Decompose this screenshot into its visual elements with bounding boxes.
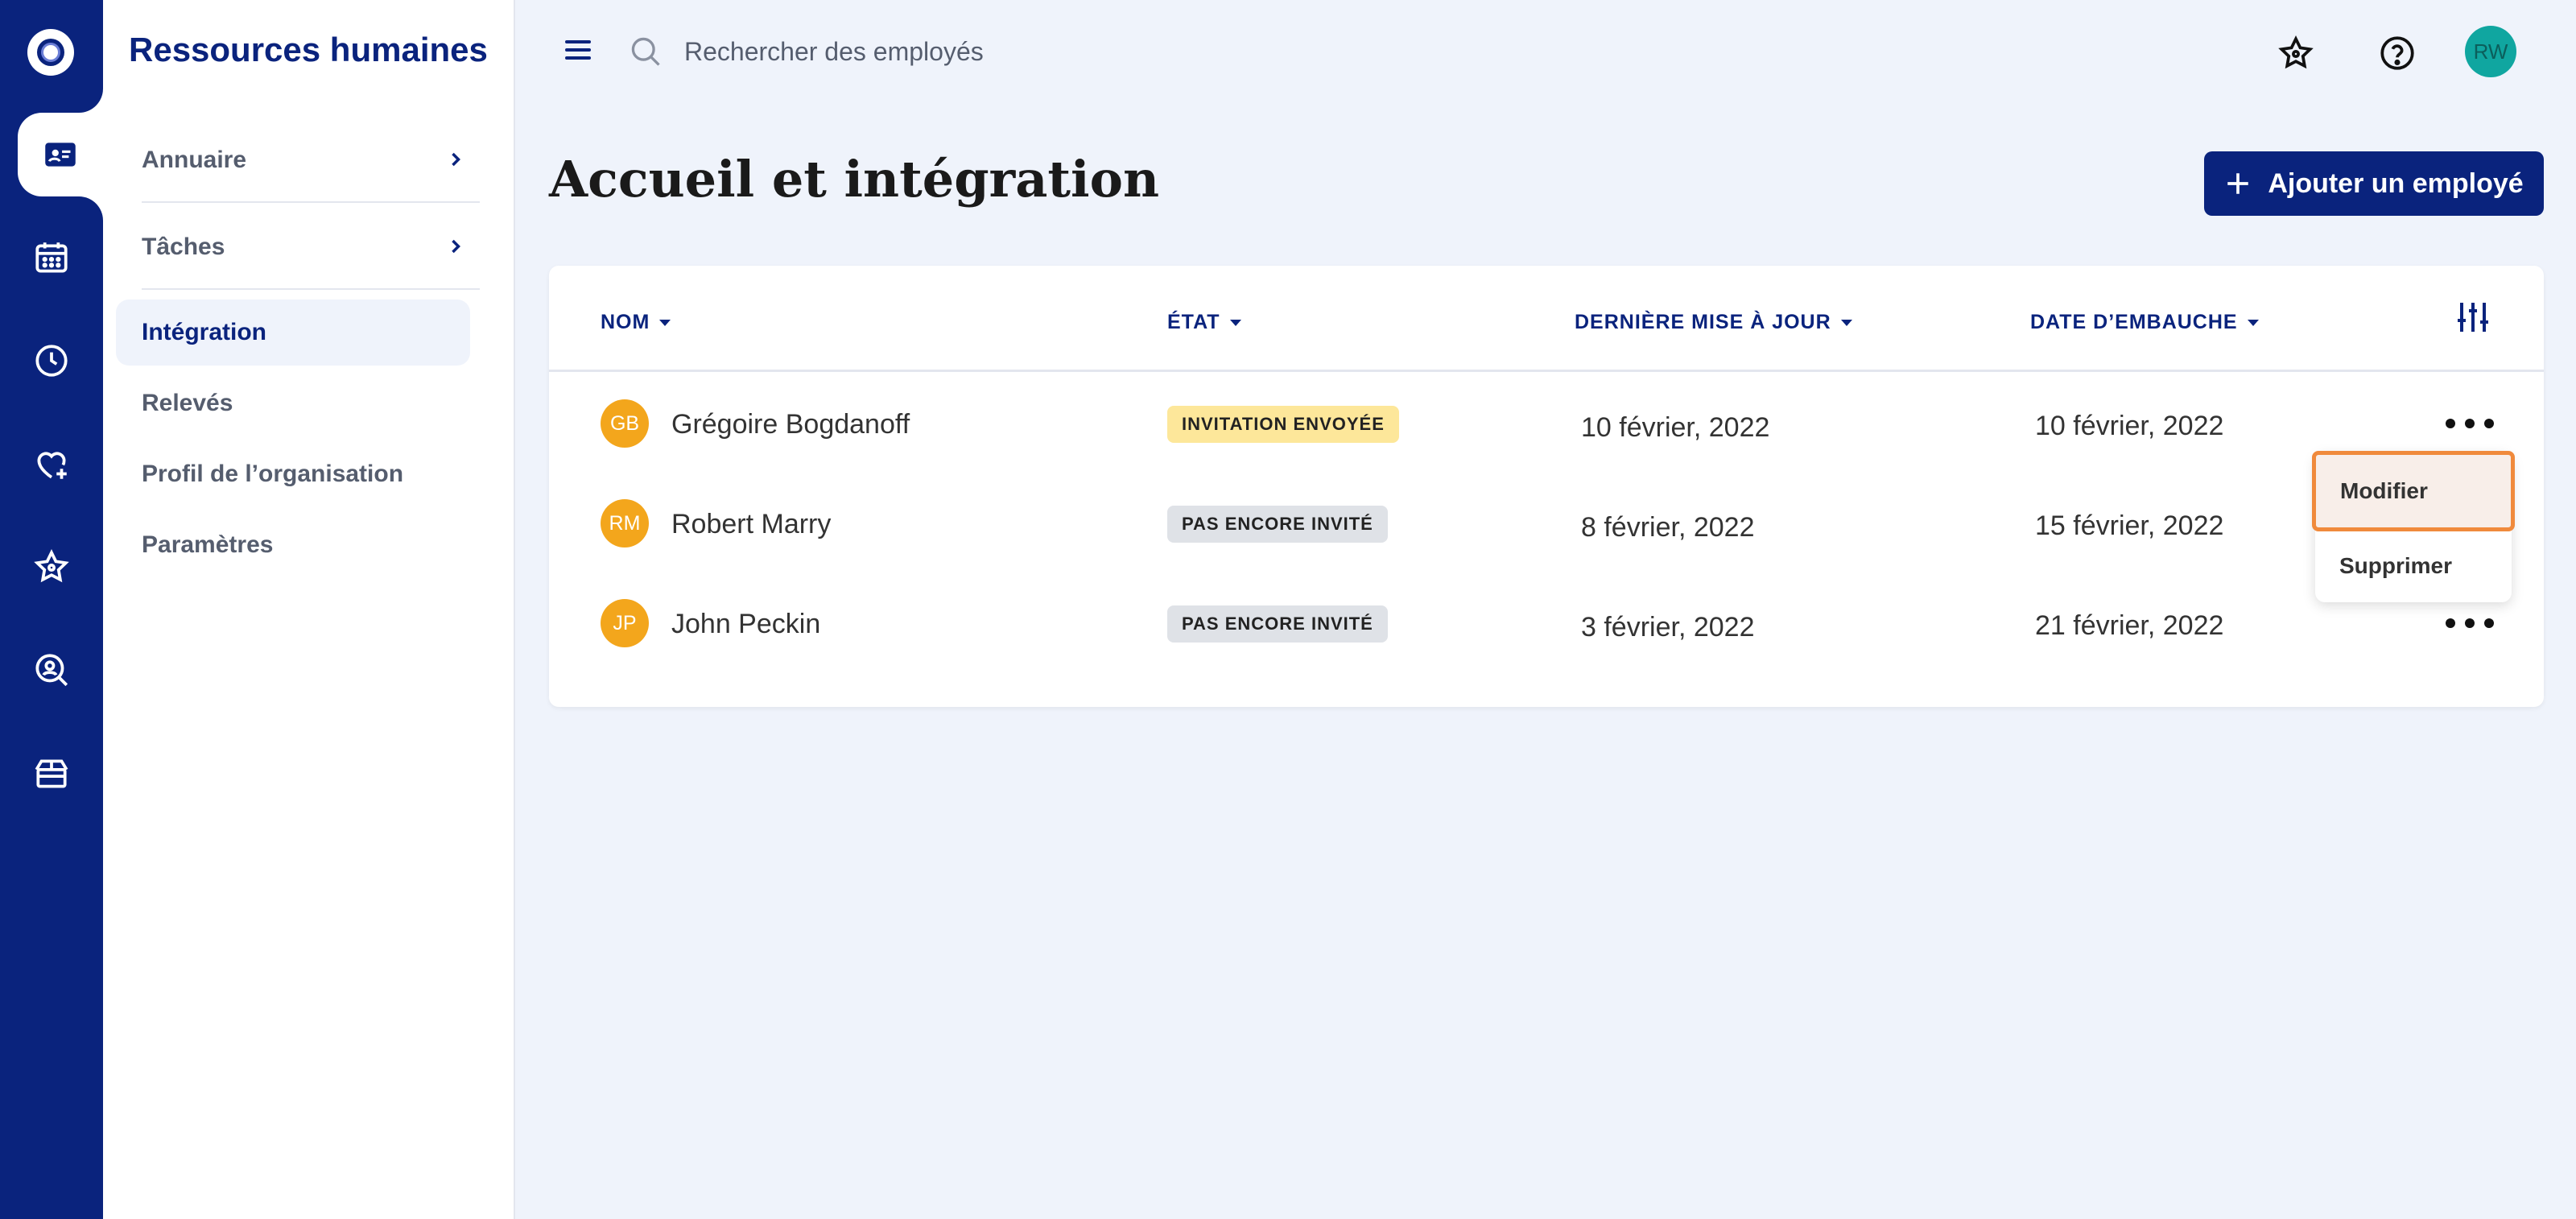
employees-table: NOM ÉTAT DERNIÈRE MISE À JOUR DATE D’EMB… bbox=[549, 266, 2544, 707]
column-header-updated[interactable]: DERNIÈRE MISE À JOUR bbox=[1575, 311, 1852, 334]
logo-icon[interactable] bbox=[27, 29, 74, 76]
sidebar-divider bbox=[142, 201, 480, 203]
more-actions-icon[interactable] bbox=[2446, 412, 2494, 435]
avatar: GB bbox=[601, 399, 649, 448]
sort-caret-icon bbox=[1840, 319, 1852, 326]
status-badge: PAS ENCORE INVITÉ bbox=[1167, 506, 1388, 543]
last-updated: 10 février, 2022 bbox=[1581, 412, 1770, 443]
plus-icon bbox=[2227, 173, 2249, 194]
column-settings-icon[interactable] bbox=[2454, 298, 2492, 337]
search-input[interactable] bbox=[684, 29, 1328, 74]
column-header-label: DATE D’EMBAUCHE bbox=[2030, 311, 2238, 333]
table-header: NOM ÉTAT DERNIÈRE MISE À JOUR DATE D’EMB… bbox=[549, 266, 2544, 372]
column-header-state[interactable]: ÉTAT bbox=[1167, 311, 1241, 334]
last-updated: 8 février, 2022 bbox=[1581, 512, 1755, 543]
sidebar-item-label: Annuaire bbox=[142, 147, 247, 173]
menu-item-edit[interactable]: Modifier bbox=[2312, 451, 2515, 531]
menu-toggle-icon[interactable] bbox=[565, 40, 591, 63]
rail-calendar[interactable] bbox=[0, 216, 103, 300]
sort-caret-icon bbox=[2247, 319, 2259, 326]
sort-caret-icon bbox=[659, 319, 671, 326]
hire-date: 21 février, 2022 bbox=[2035, 610, 2224, 641]
column-header-label: DERNIÈRE MISE À JOUR bbox=[1575, 311, 1831, 333]
sidebar-item-taches[interactable]: Tâches bbox=[116, 214, 480, 280]
person-search-icon bbox=[35, 654, 68, 687]
more-actions-icon[interactable] bbox=[2446, 612, 2494, 634]
table-row[interactable]: GB Grégoire Bogdanoff INVITATION ENVOYÉE… bbox=[549, 374, 2544, 473]
chevron-right-icon bbox=[452, 152, 460, 167]
status-badge: INVITATION ENVOYÉE bbox=[1167, 406, 1399, 443]
add-employee-button[interactable]: Ajouter un employé bbox=[2204, 151, 2544, 216]
column-header-label: NOM bbox=[601, 311, 650, 333]
gift-icon bbox=[35, 759, 68, 788]
chevron-right-icon bbox=[452, 239, 460, 254]
rail-person-search[interactable] bbox=[0, 628, 103, 712]
search-icon bbox=[631, 37, 660, 66]
table-row[interactable]: JP John Peckin PAS ENCORE INVITÉ 3 févri… bbox=[549, 573, 2544, 673]
sidebar-divider bbox=[142, 288, 480, 290]
sidebar-item-label: Paramètres bbox=[142, 531, 274, 558]
star-icon bbox=[34, 549, 69, 583]
sidebar-item-label: Profil de l’organisation bbox=[142, 461, 404, 487]
rail-heart-plus[interactable] bbox=[0, 422, 103, 506]
heart-plus-icon bbox=[37, 452, 67, 479]
rail-gift[interactable] bbox=[0, 731, 103, 815]
add-employee-label: Ajouter un employé bbox=[2268, 167, 2524, 199]
last-updated: 3 février, 2022 bbox=[1581, 612, 1755, 643]
hire-date: 10 février, 2022 bbox=[2035, 411, 2224, 441]
employee-name[interactable]: Robert Marry bbox=[671, 509, 831, 540]
avatar: JP bbox=[601, 599, 649, 647]
sidebar-item-parametres[interactable]: Paramètres bbox=[116, 512, 480, 578]
sidebar-item-releves[interactable]: Relevés bbox=[116, 370, 480, 436]
avatar[interactable]: RW bbox=[2465, 26, 2516, 77]
favorites-button[interactable] bbox=[2273, 31, 2318, 76]
sidebar-item-integration[interactable]: Intégration bbox=[116, 300, 470, 366]
sidebar-item-profil-organisation[interactable]: Profil de l’organisation bbox=[116, 441, 480, 507]
icon-rail bbox=[0, 0, 103, 1219]
sidebar-item-label: Relevés bbox=[142, 390, 233, 416]
rail-star[interactable] bbox=[0, 525, 103, 609]
contact-card-icon bbox=[45, 143, 76, 167]
star-icon bbox=[2278, 35, 2314, 69]
calendar-icon bbox=[35, 242, 68, 273]
help-icon bbox=[2380, 36, 2414, 70]
sidebar-item-annuaire[interactable]: Annuaire bbox=[116, 127, 480, 193]
employee-name[interactable]: Grégoire Bogdanoff bbox=[671, 409, 910, 440]
column-header-name[interactable]: NOM bbox=[601, 311, 671, 334]
secondary-sidebar: Ressources humaines Annuaire Tâches Inté… bbox=[103, 0, 515, 1219]
table-row[interactable]: RM Robert Marry PAS ENCORE INVITÉ 8 févr… bbox=[549, 473, 2544, 573]
column-header-label: ÉTAT bbox=[1167, 311, 1220, 333]
section-title: Ressources humaines bbox=[129, 31, 488, 68]
help-button[interactable] bbox=[2375, 31, 2420, 76]
sort-caret-icon bbox=[1229, 319, 1241, 326]
page-title: Accueil et intégration bbox=[549, 150, 1160, 209]
clock-icon bbox=[35, 345, 68, 377]
hire-date: 15 février, 2022 bbox=[2035, 510, 2224, 541]
rail-clock[interactable] bbox=[0, 319, 103, 403]
avatar: RM bbox=[601, 499, 649, 548]
rail-contact-card[interactable] bbox=[18, 89, 103, 221]
employee-name[interactable]: John Peckin bbox=[671, 609, 820, 640]
status-badge: PAS ENCORE INVITÉ bbox=[1167, 605, 1388, 643]
menu-item-delete[interactable]: Supprimer bbox=[2315, 530, 2512, 602]
sidebar-item-label: Tâches bbox=[142, 233, 225, 260]
column-header-hired[interactable]: DATE D’EMBAUCHE bbox=[2030, 311, 2259, 334]
row-actions-menu: Modifier Supprimer bbox=[2312, 451, 2515, 602]
sidebar-item-label: Intégration bbox=[142, 319, 266, 345]
